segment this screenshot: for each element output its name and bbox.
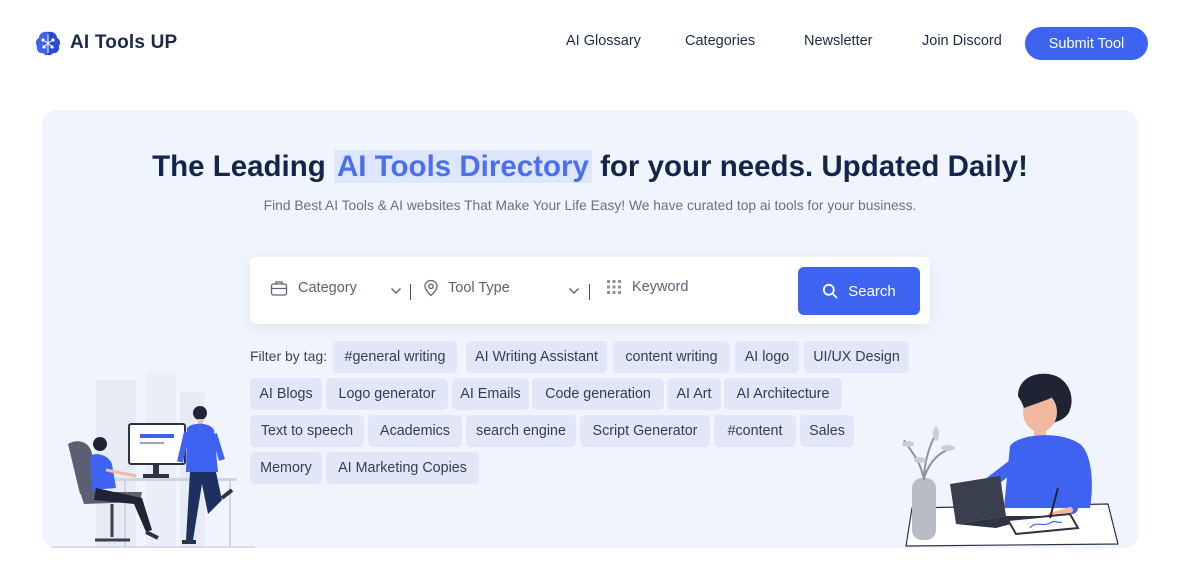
filter-label: Filter by tag: xyxy=(250,348,328,364)
tag-search-engine[interactable]: search engine xyxy=(466,415,576,447)
chevron-down-icon[interactable] xyxy=(390,286,402,296)
tag-ai-writing-assistant[interactable]: AI Writing Assistant xyxy=(466,341,607,373)
search-button-label: Search xyxy=(848,282,896,300)
tag-code-generation[interactable]: Code generation xyxy=(532,378,664,410)
site-header: AI Tools UP AI Glossary Categories Newsl… xyxy=(0,0,1178,88)
brand-logo[interactable]: AI Tools UP xyxy=(34,28,177,58)
nav-newsletter[interactable]: Newsletter xyxy=(804,33,873,49)
nav-ai-glossary[interactable]: AI Glossary xyxy=(566,33,641,49)
divider xyxy=(589,284,590,300)
category-select[interactable]: Category xyxy=(270,279,357,297)
tag-ai-logo[interactable]: AI logo xyxy=(735,341,799,373)
tag-academics[interactable]: Academics xyxy=(368,415,462,447)
tag-ai-architecture[interactable]: AI Architecture xyxy=(724,378,842,410)
briefcase-icon xyxy=(270,281,288,296)
tag-memory[interactable]: Memory xyxy=(250,452,322,484)
tag-text-to-speech[interactable]: Text to speech xyxy=(250,415,364,447)
grid-dots-icon xyxy=(607,280,621,294)
search-button[interactable]: Search xyxy=(798,267,920,315)
hero-title-end: for your needs. Updated Daily! xyxy=(591,150,1028,183)
tag-ai-emails[interactable]: AI Emails xyxy=(452,378,529,410)
tag-content-writing[interactable]: content writing xyxy=(613,341,730,373)
tag-ai-art[interactable]: AI Art xyxy=(667,378,721,410)
divider xyxy=(410,284,411,300)
hero-title-highlight: AI Tools Directory xyxy=(334,150,592,183)
tool-type-label: Tool Type xyxy=(448,280,510,296)
hero-title-start: The Leading xyxy=(152,150,334,183)
tag-content[interactable]: #content xyxy=(714,415,796,447)
chevron-down-icon[interactable] xyxy=(568,286,580,296)
tag-general-writing[interactable]: #general writing xyxy=(333,341,457,373)
hero-section: The Leading AI Tools Directory for your … xyxy=(42,110,1138,548)
tag-ui-ux-design[interactable]: UI/UX Design xyxy=(804,341,909,373)
tool-type-select[interactable]: Tool Type xyxy=(422,279,510,297)
tag-ai-marketing-copies[interactable]: AI Marketing Copies xyxy=(326,452,479,484)
tag-ai-blogs[interactable]: AI Blogs xyxy=(250,378,322,410)
nav-join-discord[interactable]: Join Discord xyxy=(922,33,1002,49)
woman-with-laptop-illustration xyxy=(902,373,1119,547)
submit-tool-button[interactable]: Submit Tool xyxy=(1025,27,1148,60)
tag-sales[interactable]: Sales xyxy=(800,415,854,447)
keyword-field[interactable]: Keyword xyxy=(606,279,688,295)
search-icon xyxy=(823,283,838,299)
hero-subtitle: Find Best AI Tools & AI websites That Ma… xyxy=(263,198,917,213)
brain-icon xyxy=(35,31,61,56)
tag-logo-generator[interactable]: Logo generator xyxy=(326,378,448,410)
office-workers-illustration xyxy=(50,372,255,548)
keyword-placeholder: Keyword xyxy=(632,279,689,295)
location-pin-icon xyxy=(424,279,438,297)
category-label: Category xyxy=(298,280,357,296)
brand-name: AI Tools UP xyxy=(70,32,178,53)
search-bar: Category Tool Type Keyword Search xyxy=(250,257,930,324)
tag-script-generator[interactable]: Script Generator xyxy=(580,415,710,447)
nav-categories[interactable]: Categories xyxy=(685,33,755,49)
hero-title: The Leading AI Tools Directory for your … xyxy=(42,150,1138,184)
